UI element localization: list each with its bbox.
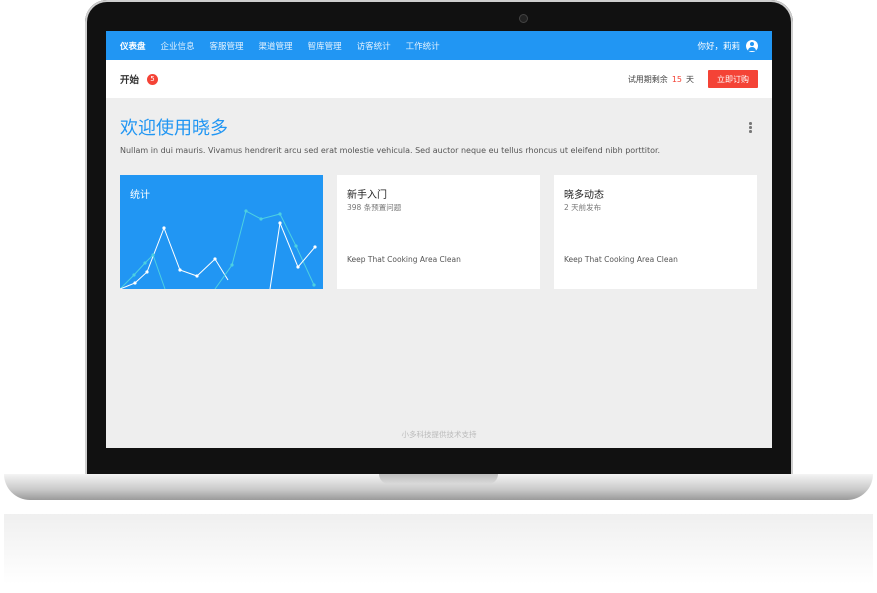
news-card-subtitle: 2 天前发布	[564, 203, 602, 212]
trial-prefix: 试用期剩余	[627, 74, 668, 84]
card-row: 统计 新手入门 398 条预置问题 Keep That Cooking Area…	[106, 155, 772, 289]
nav-item-channels[interactable]: 渠道管理	[259, 40, 293, 52]
sub-bar: 开始 5 试用期剩余 15 天 立即订购	[106, 60, 772, 98]
trial-info: 试用期剩余 15 天	[628, 74, 694, 85]
laptop-notch	[379, 474, 498, 484]
news-card[interactable]: 晓多动态 2 天前发布 Keep That Cooking Area Clean	[554, 175, 757, 289]
nav-item-dashboard[interactable]: 仪表盘	[120, 40, 146, 52]
news-card-title: 晓多动态	[564, 190, 604, 201]
camera-icon	[519, 14, 528, 23]
trial-days: 15	[671, 74, 682, 84]
stats-card-title: 统计	[130, 190, 150, 201]
guide-card-footer: Keep That Cooking Area Clean	[347, 255, 461, 264]
user-menu[interactable]: 你好，莉莉	[697, 39, 758, 52]
guide-card-title: 新手入门	[347, 190, 387, 201]
nav-item-service[interactable]: 客服管理	[210, 40, 244, 52]
welcome-section: 欢迎使用晓多 Nullam in dui mauris. Vivamus hen…	[106, 98, 772, 155]
more-vertical-icon[interactable]	[749, 122, 752, 134]
page-title: 开始	[120, 75, 140, 86]
trial-suffix: 天	[686, 74, 694, 84]
welcome-title: 欢迎使用晓多	[120, 118, 228, 139]
nav-item-visitor-stats[interactable]: 访客统计	[357, 40, 391, 52]
laptop-reflection	[4, 514, 873, 584]
top-nav: 仪表盘 企业信息 客服管理 渠道管理 智库管理 访客统计 工作统计 你好，莉莉	[106, 31, 772, 60]
nav-item-company-info[interactable]: 企业信息	[161, 40, 195, 52]
stats-sparkline	[120, 209, 317, 289]
user-greeting: 你好，莉莉	[697, 41, 740, 52]
guide-card-subtitle: 398 条预置问题	[347, 203, 402, 212]
guide-card[interactable]: 新手入门 398 条预置问题 Keep That Cooking Area Cl…	[337, 175, 540, 289]
nav-item-work-stats[interactable]: 工作统计	[406, 40, 440, 52]
app-screen: 仪表盘 企业信息 客服管理 渠道管理 智库管理 访客统计 工作统计 你好，莉莉 …	[106, 31, 772, 448]
welcome-description: Nullam in dui mauris. Vivamus hendrerit …	[120, 146, 661, 155]
order-button[interactable]: 立即订购	[708, 70, 758, 88]
news-card-footer: Keep That Cooking Area Clean	[564, 255, 678, 264]
stats-card[interactable]: 统计	[120, 175, 323, 289]
footer-credit: 小多科技提供技术支持	[401, 430, 477, 439]
notification-badge: 5	[147, 73, 159, 85]
nav-item-knowledge[interactable]: 智库管理	[308, 40, 342, 52]
user-icon[interactable]	[746, 39, 758, 52]
